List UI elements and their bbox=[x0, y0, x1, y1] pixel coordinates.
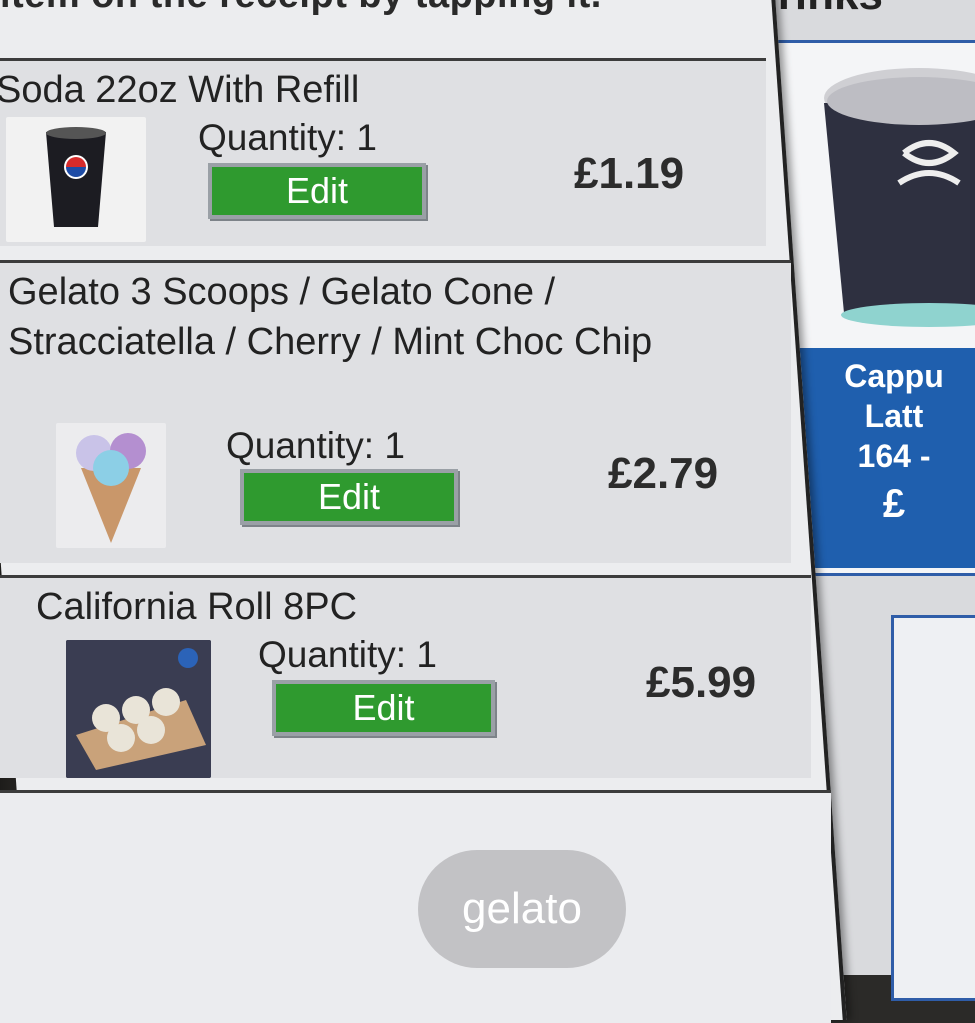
receipt-item-soda[interactable]: Soda 22oz With Refill Quantity: 1 Edit £… bbox=[0, 58, 766, 246]
item-price: £5.99 bbox=[646, 658, 757, 707]
receipt-instruction: item on the receipt by tapping it. bbox=[0, 0, 740, 17]
item-name: Soda 22oz With Refill bbox=[0, 69, 360, 111]
item-name: California Roll 8PC bbox=[36, 586, 358, 628]
drink-calories: 164 - bbox=[857, 438, 931, 474]
edit-button[interactable]: Edit bbox=[240, 469, 458, 525]
edit-button[interactable]: Edit bbox=[208, 163, 426, 219]
sushi-roll-icon bbox=[66, 640, 211, 778]
item-quantity: Quantity: 1 bbox=[226, 425, 405, 466]
soda-cup-icon bbox=[45, 127, 107, 227]
search-query-pill[interactable]: gelato bbox=[418, 850, 626, 968]
item-price: £2.79 bbox=[608, 449, 719, 498]
gelato-cone-icon bbox=[76, 433, 146, 543]
item-thumbnail bbox=[56, 423, 166, 548]
item-quantity: Quantity: 1 bbox=[198, 117, 377, 158]
item-thumbnail bbox=[5, 117, 146, 242]
coffee-cup-icon bbox=[824, 68, 975, 327]
drink-name-line1: Cappu bbox=[844, 358, 944, 394]
receipt-item-california-roll[interactable]: California Roll 8PC Quantity: 1 Edit £5.… bbox=[0, 575, 812, 778]
receipt-empty-space bbox=[0, 790, 831, 1023]
item-quantity: Quantity: 1 bbox=[258, 634, 437, 675]
item-thumbnail bbox=[66, 640, 211, 778]
receipt-panel: item on the receipt by tapping it. Soda … bbox=[0, 0, 847, 1023]
item-price: £1.19 bbox=[574, 149, 685, 198]
edit-button[interactable]: Edit bbox=[272, 680, 495, 736]
drink-card-next[interactable] bbox=[891, 615, 975, 1001]
receipt-item-gelato[interactable]: Gelato 3 Scoops / Gelato Cone / Straccia… bbox=[0, 260, 791, 563]
drink-name-line2: Latt bbox=[864, 398, 924, 434]
item-name: Gelato 3 Scoops / Gelato Cone / Straccia… bbox=[7, 271, 653, 363]
